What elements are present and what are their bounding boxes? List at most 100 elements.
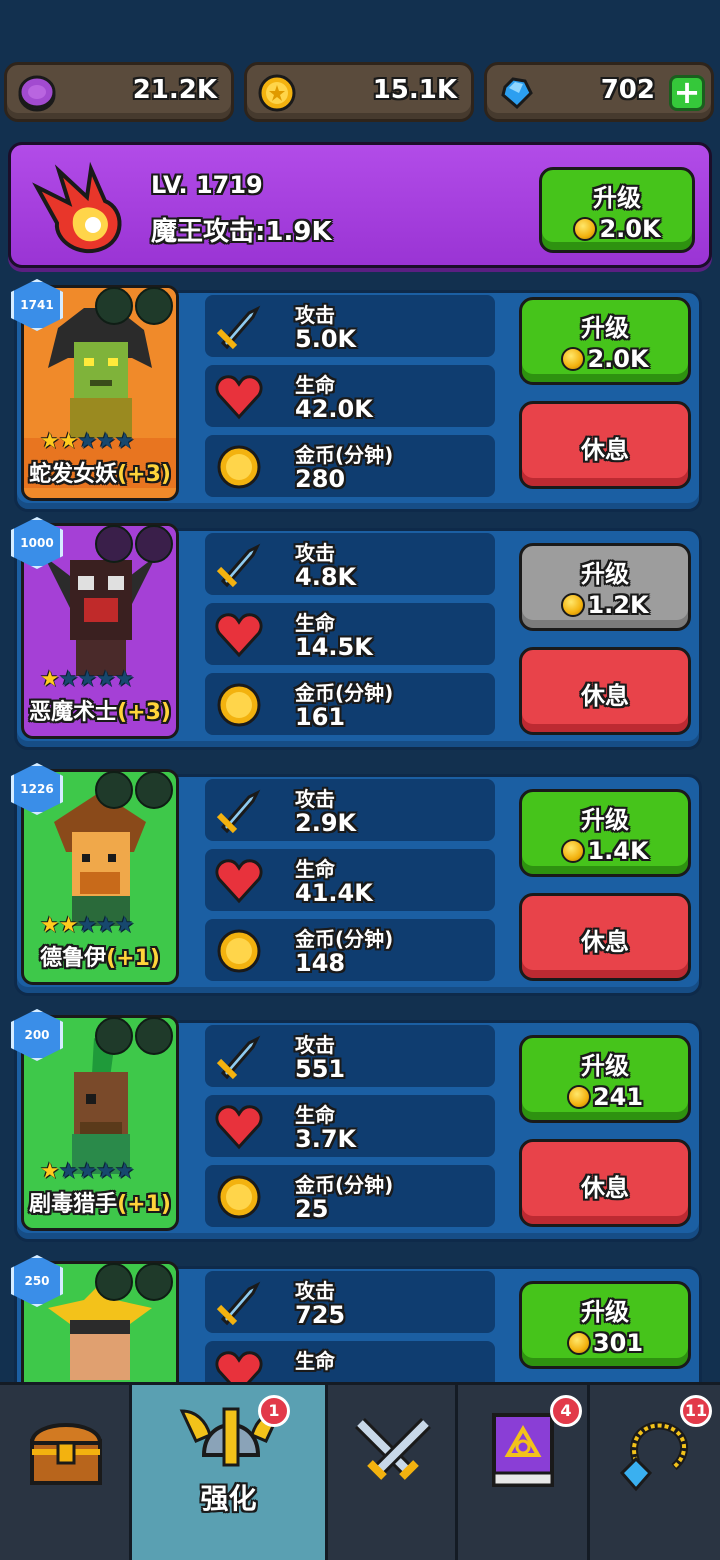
orc-class-icon bbox=[95, 1017, 133, 1055]
nav-battle-tab[interactable] bbox=[328, 1385, 458, 1560]
hp-stat: 生命 42.0K bbox=[205, 365, 495, 427]
upgrade-tab-badge: 1 bbox=[258, 1395, 290, 1427]
attack-label: 攻击 bbox=[295, 1279, 335, 1303]
upgrade-cost: 2.0K bbox=[522, 345, 688, 373]
bow-class-icon bbox=[135, 1017, 173, 1055]
gold-stat: 金币(分钟) 148 bbox=[205, 919, 495, 981]
demon-king-upgrade-button[interactable]: 升级 2.0K bbox=[539, 167, 695, 253]
coin-icon bbox=[566, 1331, 591, 1355]
nav-upgrade-label: 强化 bbox=[200, 1482, 257, 1515]
heart-icon bbox=[215, 375, 263, 420]
nav-amulet-tab[interactable]: 11 bbox=[590, 1385, 720, 1560]
hp-label: 生命 bbox=[295, 611, 335, 635]
attack-stat: 攻击 4.8K bbox=[205, 533, 495, 595]
gem-icon bbox=[501, 77, 533, 110]
upgrade-label: 升级 bbox=[593, 184, 641, 212]
gold-value: 280 bbox=[295, 465, 346, 493]
coin-icon bbox=[561, 839, 586, 863]
elf-class-icon bbox=[95, 771, 133, 809]
upgrade-cost: 301 bbox=[522, 1329, 688, 1357]
hero-card: ★★★★★ 剧毒猎手(+1) 200 攻击 551 生命 3.7K 金币(分钟)… bbox=[11, 1009, 702, 1242]
gold-coin-value: 15.1K bbox=[372, 75, 457, 105]
gold-label: 金币(分钟) bbox=[295, 443, 394, 467]
sword-icon bbox=[216, 305, 261, 350]
attack-stat: 攻击 725 bbox=[205, 1271, 495, 1333]
hero-name: 剧毒猎手(+1) bbox=[29, 1192, 171, 1217]
add-gems-button[interactable]: + bbox=[669, 75, 705, 111]
bottom-nav: 1 强化 4 11 bbox=[0, 1382, 720, 1560]
attack-label: 攻击 bbox=[295, 541, 335, 565]
nav-upgrade-tab[interactable]: 1 强化 bbox=[132, 1385, 328, 1560]
treasure-chest-icon bbox=[29, 1423, 103, 1485]
upgrade-label: 升级 bbox=[581, 1052, 629, 1080]
hero-name: 蛇发女妖(+3) bbox=[29, 462, 171, 487]
sword-icon bbox=[216, 789, 261, 834]
gold-stat: 金币(分钟) 280 bbox=[205, 435, 495, 497]
attack-value: 5.0K bbox=[295, 325, 357, 353]
hero-upgrade-button[interactable]: 升级 2.0K bbox=[519, 297, 691, 385]
gold-coin-icon bbox=[217, 683, 261, 727]
purple-coin-icon bbox=[18, 75, 56, 112]
hp-value: 41.4K bbox=[295, 879, 373, 907]
heart-icon bbox=[215, 613, 263, 658]
hero-upgrade-button-disabled[interactable]: 升级 1.2K bbox=[519, 543, 691, 631]
dagger-class-icon bbox=[135, 1263, 173, 1301]
hp-label: 生命 bbox=[295, 373, 335, 397]
hero-upgrade-button[interactable]: 升级 301 bbox=[519, 1281, 691, 1369]
hp-value: 3.7K bbox=[295, 1125, 357, 1153]
sword-class-icon bbox=[135, 771, 173, 809]
heart-icon bbox=[215, 859, 263, 904]
hero-rest-button[interactable]: 休息 bbox=[519, 401, 691, 489]
crossed-swords-icon bbox=[355, 1418, 431, 1480]
sword-icon bbox=[216, 543, 261, 588]
spellbook-tab-badge: 4 bbox=[550, 1395, 582, 1427]
fireball-icon bbox=[32, 161, 122, 254]
purple-coin-counter: 21.2K bbox=[4, 62, 234, 122]
hero-rest-button[interactable]: 休息 bbox=[519, 1139, 691, 1227]
hero-card: ★★★★★ 德鲁伊(+1) 1226 攻击 2.9K 生命 41.4K 金币(分… bbox=[11, 763, 702, 996]
attack-label: 攻击 bbox=[295, 303, 335, 327]
coin-icon bbox=[561, 347, 586, 371]
nav-chest-tab[interactable] bbox=[0, 1385, 132, 1560]
bow-class-icon bbox=[135, 287, 173, 325]
demon-king-panel: LV. 1719 魔王攻击:1.9K 升级 2.0K bbox=[8, 142, 712, 268]
hero-stars: ★★★★★ bbox=[40, 429, 135, 454]
attack-value: 551 bbox=[295, 1055, 346, 1083]
demon-king-attack: 魔王攻击:1.9K bbox=[151, 217, 332, 247]
rest-label: 休息 bbox=[581, 682, 629, 710]
gold-label: 金币(分钟) bbox=[295, 1173, 394, 1197]
upgrade-cost: 1.2K bbox=[522, 591, 688, 619]
hero-rest-button[interactable]: 休息 bbox=[519, 647, 691, 735]
magic-class-icon bbox=[135, 525, 173, 563]
gold-value: 148 bbox=[295, 949, 346, 977]
hp-stat: 生命 41.4K bbox=[205, 849, 495, 911]
coin-icon bbox=[573, 217, 598, 241]
upgrade-cost: 1.4K bbox=[522, 837, 688, 865]
hero-card: ★★★★★ 蛇发女妖(+3) 1741 攻击 5.0K 生命 42.0K 金币(… bbox=[11, 279, 702, 512]
nav-spellbook-tab[interactable]: 4 bbox=[458, 1385, 590, 1560]
upgrade-label: 升级 bbox=[581, 1298, 629, 1326]
demon-king-level: LV. 1719 bbox=[151, 171, 263, 199]
gold-coin-icon bbox=[217, 1175, 261, 1219]
gold-stat: 金币(分钟) 161 bbox=[205, 673, 495, 735]
hero-upgrade-button[interactable]: 升级 1.4K bbox=[519, 789, 691, 877]
hero-upgrade-button[interactable]: 升级 241 bbox=[519, 1035, 691, 1123]
gold-value: 25 bbox=[295, 1195, 329, 1223]
gold-coin-icon bbox=[258, 74, 296, 112]
gold-coin-counter: 15.1K bbox=[244, 62, 474, 122]
currency-bar: 21.2K 15.1K 702 + bbox=[4, 62, 716, 124]
hero-card: ★★★★★ 恶魔术士(+3) 1000 攻击 4.8K 生命 14.5K 金币(… bbox=[11, 517, 702, 750]
amulet-tab-badge: 11 bbox=[680, 1395, 712, 1427]
coin-icon bbox=[561, 593, 586, 617]
heart-icon bbox=[215, 1105, 263, 1150]
hero-stars: ★★★★★ bbox=[40, 1159, 135, 1184]
attack-stat: 攻击 2.9K bbox=[205, 779, 495, 841]
spellbook-icon bbox=[492, 1413, 554, 1487]
gold-label: 金币(分钟) bbox=[295, 927, 394, 951]
hero-rest-button[interactable]: 休息 bbox=[519, 893, 691, 981]
gold-stat: 金币(分钟) 25 bbox=[205, 1165, 495, 1227]
hero-stars: ★★★★★ bbox=[40, 913, 135, 938]
hero-name: 德鲁伊(+1) bbox=[40, 946, 160, 971]
attack-stat: 攻击 551 bbox=[205, 1025, 495, 1087]
upgrade-label: 升级 bbox=[581, 314, 629, 342]
